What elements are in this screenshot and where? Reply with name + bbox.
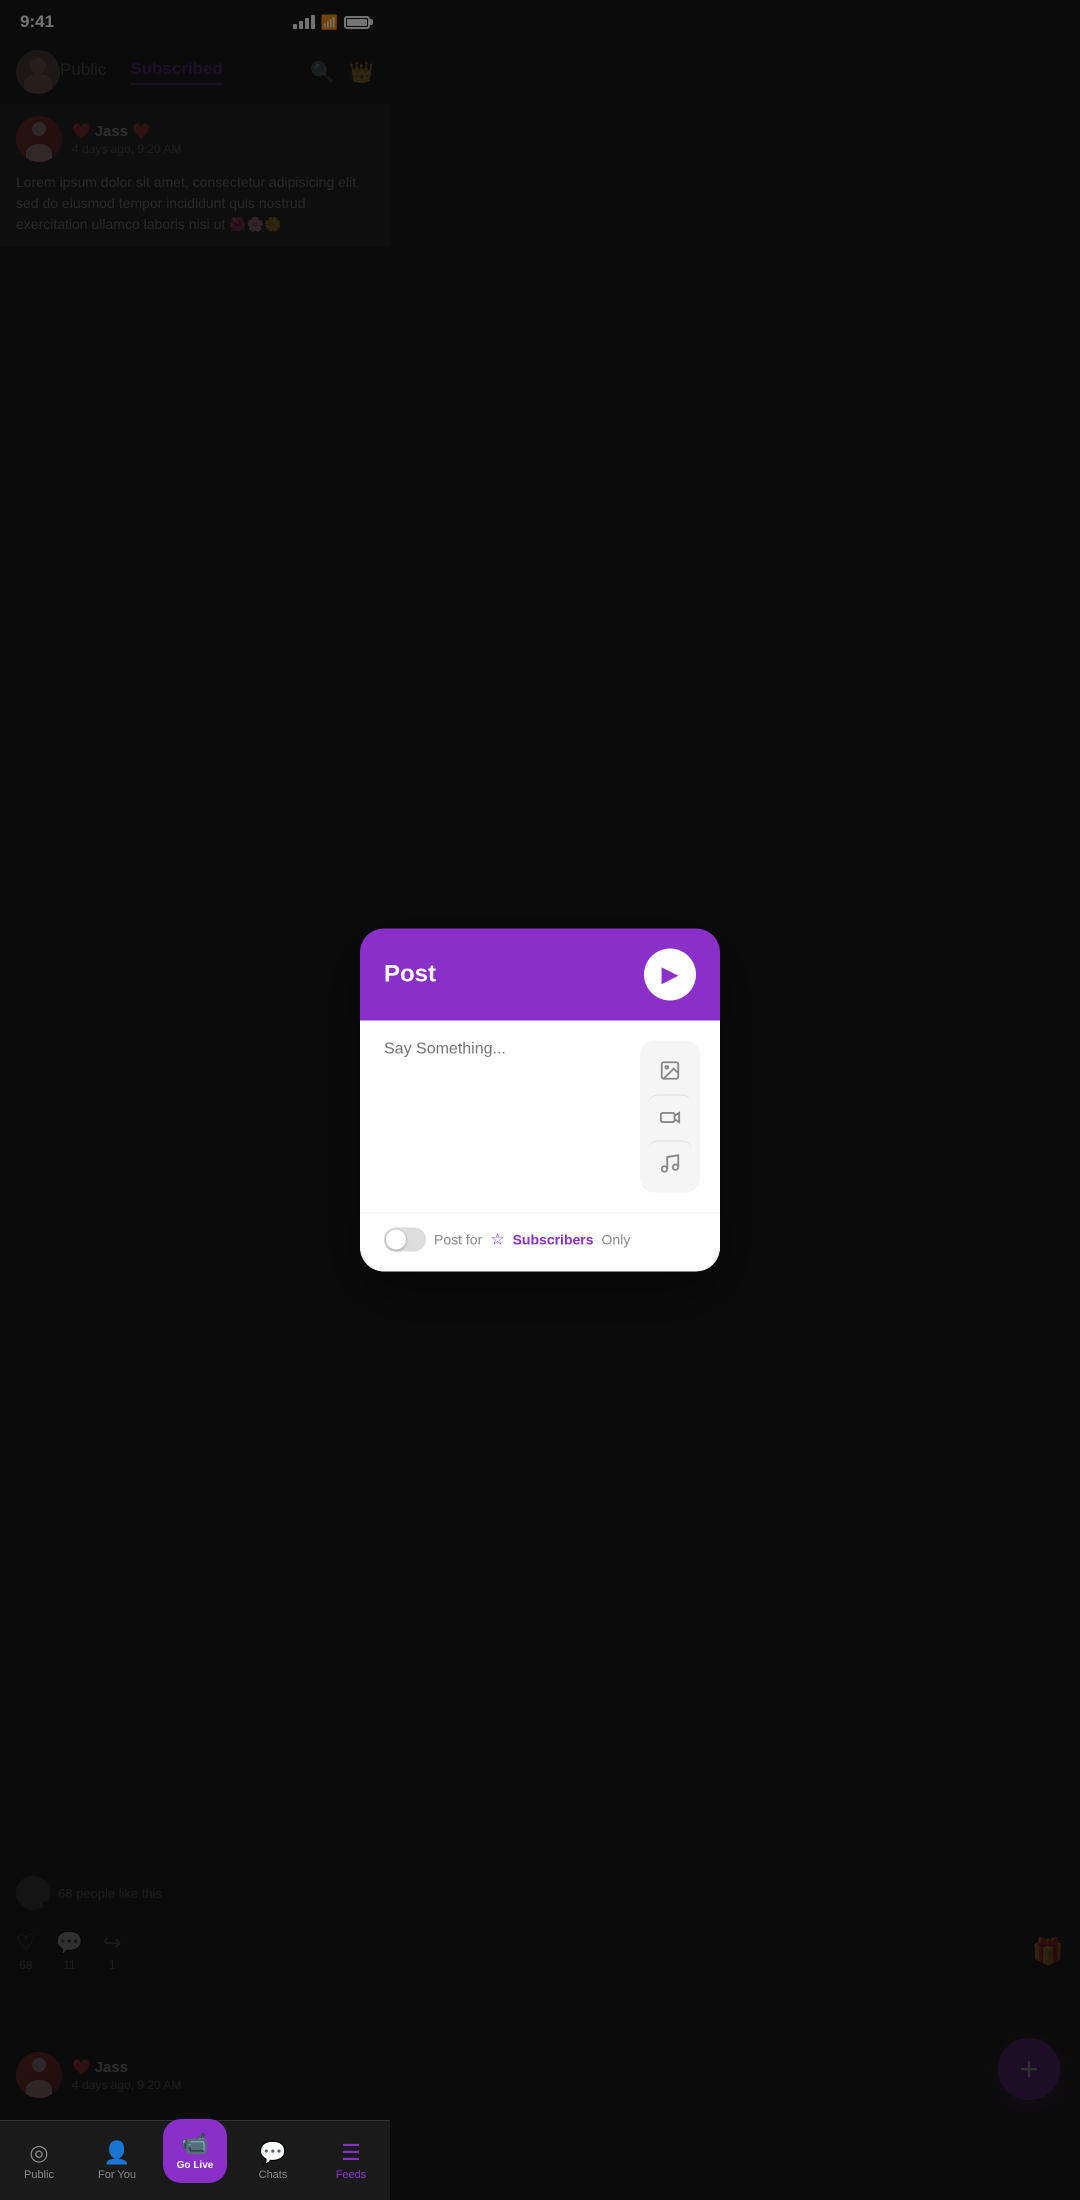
foryou-label: For You (98, 2169, 136, 2181)
modal-media-sidebar (640, 1041, 700, 1193)
feeds-label: Feeds (336, 2169, 367, 2181)
subscribers-label[interactable]: Subscribers (513, 1232, 594, 1248)
nav-golive[interactable]: 📹 Go Live (156, 2139, 234, 2183)
feeds-icon: ☰ (341, 2140, 361, 2166)
music-icon (659, 1152, 681, 1174)
nav-feeds[interactable]: ☰ Feeds (312, 2140, 390, 2181)
music-button[interactable] (648, 1141, 692, 1185)
image-button[interactable] (648, 1049, 692, 1093)
video-icon (659, 1106, 681, 1128)
video-button[interactable] (648, 1095, 692, 1139)
public-label: Public (24, 2169, 54, 2181)
only-label: Only (602, 1232, 631, 1248)
modal-body (360, 1021, 720, 1213)
foryou-icon: 👤 (103, 2140, 130, 2166)
modal-footer: Post for ☆ Subscribers Only (360, 1213, 720, 1272)
chats-label: Chats (259, 2169, 288, 2181)
nav-chats[interactable]: 💬 Chats (234, 2140, 312, 2181)
subscribers-toggle[interactable] (384, 1228, 426, 1252)
nav-public[interactable]: ◎ Public (0, 2140, 78, 2181)
modal-textarea-area (384, 1041, 628, 1193)
modal-header: Post ▶ (360, 929, 720, 1021)
toggle-thumb (386, 1230, 406, 1250)
post-for-label: Post for (434, 1232, 482, 1248)
golive-icon: 📹 (181, 2131, 208, 2157)
post-textarea[interactable] (384, 1041, 628, 1181)
bottom-nav: ◎ Public 👤 For You 📹 Go Live 💬 Chats ☰ F… (0, 2120, 390, 2200)
image-icon (659, 1060, 681, 1082)
star-icon: ☆ (490, 1230, 504, 1250)
go-live-button[interactable]: 📹 Go Live (163, 2119, 227, 2183)
public-icon: ◎ (29, 2140, 48, 2166)
chats-icon: 💬 (259, 2140, 286, 2166)
golive-label: Go Live (177, 2160, 214, 2171)
send-button[interactable]: ▶ (644, 949, 696, 1001)
post-modal: Post ▶ (360, 929, 720, 1272)
modal-title: Post (384, 961, 436, 989)
nav-foryou[interactable]: 👤 For You (78, 2140, 156, 2181)
